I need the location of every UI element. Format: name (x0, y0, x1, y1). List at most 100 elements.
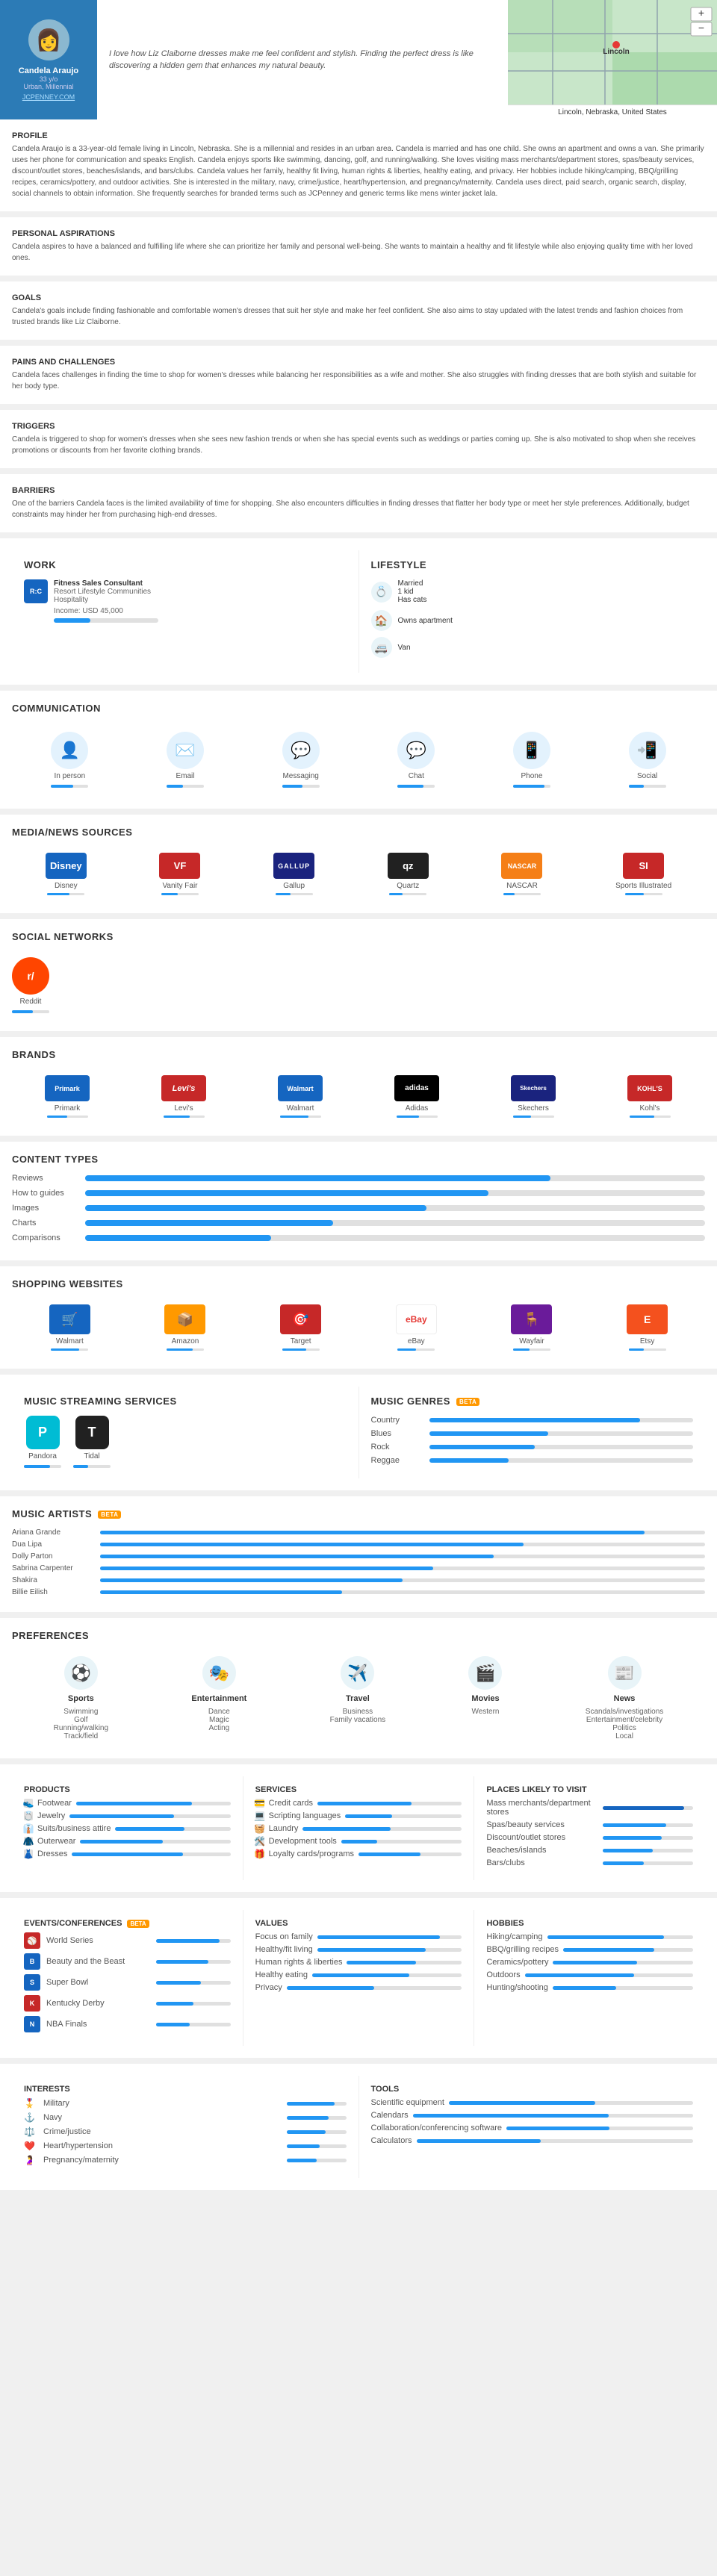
place-mass: Mass merchants/department stores (486, 1799, 693, 1817)
laundry-dot: 🧺 (255, 1824, 264, 1833)
footwear-bar (76, 1802, 231, 1805)
comm-phone: 📱 Phone (513, 732, 550, 788)
amazon-logo: 📦 (164, 1304, 205, 1334)
privacy-value-text: Privacy (255, 1983, 282, 1992)
sabrina-name: Sabrina Carpenter (12, 1564, 94, 1572)
hobby-outdoors: Outdoors (486, 1970, 693, 1979)
jewelry-bar (69, 1814, 230, 1818)
sports-sub: SwimmingGolfRunning/walkingTrack/field (54, 1708, 108, 1740)
value-rights: Human rights & liberties (255, 1958, 462, 1967)
reggae-bar (429, 1458, 694, 1463)
pregnancy-text: Pregnancy/maternity (43, 2156, 281, 2165)
profile-section: PROFILE Candela Araujo is a 33-year-old … (0, 119, 717, 211)
dresses-dot: 👗 (24, 1849, 33, 1858)
calendars-bar (413, 2114, 693, 2118)
lifestyle-column: LIFESTYLE 💍 Married1 kidHas cats 🏠 Owns … (358, 550, 706, 673)
military-bar (287, 2102, 347, 2106)
content-reviews: Reviews (12, 1174, 705, 1183)
tool-calendars: Calendars (371, 2111, 694, 2120)
product-dresses: 👗 Dresses (24, 1849, 231, 1858)
comm-messaging: 💬 Messaging (282, 732, 320, 788)
service-loyalty: 🎁 Loyalty cards/programs (255, 1849, 462, 1858)
content-comparisons: Comparisons (12, 1233, 705, 1242)
laundry-bar (302, 1827, 462, 1831)
hobby-hiking: Hiking/camping (486, 1932, 693, 1941)
levis-logo: Levi's (161, 1075, 206, 1101)
hobbies-heading: HOBBIES (486, 1919, 693, 1928)
tidal-logo: T (75, 1416, 109, 1449)
places-column: PLACES LIKELY TO VISIT Mass merchants/de… (474, 1776, 705, 1880)
event-nba: N NBA Finals (24, 2016, 231, 2032)
super-bowl-text: Super Bowl (46, 1978, 150, 1987)
skechers-name: Skechers (518, 1104, 549, 1113)
comm-phone-bar (513, 785, 550, 788)
income: Income: USD 45,000 (54, 607, 158, 615)
privacy-bar (287, 1986, 462, 1990)
heart-icon: ❤️ (24, 2141, 37, 2151)
comm-social: 📲 Social (629, 732, 666, 788)
outerwear-text: Outerwear (37, 1837, 75, 1846)
brand-skechers: Skechers Skechers (511, 1075, 556, 1118)
sports-title: Sports (68, 1694, 94, 1703)
entertainment-icon: 🎭 (202, 1656, 236, 1690)
dresses-text: Dresses (37, 1849, 67, 1858)
content-title: CONTENT TYPES (12, 1154, 705, 1165)
reddit-icon: r/ (12, 957, 49, 995)
company-name: Resort Lifestyle Communities (54, 588, 158, 596)
media-disney: Disney Disney (46, 853, 87, 895)
reddit-label: Reddit (20, 998, 42, 1006)
media-si: SI Sports Illustrated (615, 853, 671, 895)
profile-link[interactable]: JCPENNEY.COM (22, 93, 75, 101)
tool-scientific: Scientific equipment (371, 2098, 694, 2107)
profile-body: Candela Araujo is a 33-year-old female l… (12, 143, 705, 199)
crime-icon: ⚖️ (24, 2127, 37, 2137)
etsy-logo: E (627, 1304, 668, 1334)
aspirations-section: PERSONAL ASPIRATIONS Candela aspires to … (0, 217, 717, 276)
super-bowl-logo: S (24, 1974, 40, 1991)
dolly-bar (100, 1555, 705, 1558)
comparisons-bar (85, 1235, 705, 1241)
services-heading: SERVICES (255, 1785, 462, 1794)
interests-heading: INTERESTS (24, 2085, 347, 2094)
crime-text: Crime/justice (43, 2127, 281, 2136)
quote-text: I love how Liz Claiborne dresses make me… (109, 48, 496, 72)
service-dev: 🛠️ Development tools (255, 1837, 462, 1846)
lifestyle-family: 💍 Married1 kidHas cats (371, 579, 694, 604)
rock-label: Rock (371, 1443, 423, 1452)
barriers-heading: BARRIERS (12, 486, 705, 495)
pains-section: PAINS AND CHALLENGES Candela faces chall… (0, 346, 717, 404)
footwear-dot: 👟 (24, 1799, 33, 1808)
communication-title: COMMUNICATION (12, 703, 705, 714)
shop-amazon: 📦 Amazon (164, 1304, 205, 1351)
brand-kohls: KOHL'S Kohl's (627, 1075, 672, 1118)
wayfair-logo: 🪑 (511, 1304, 552, 1334)
places-heading: PLACES LIKELY TO VISIT (486, 1785, 693, 1794)
service-credit: 💳 Credit cards (255, 1799, 462, 1808)
content-charts: Charts (12, 1219, 705, 1228)
pandora-label: Pandora (28, 1452, 57, 1460)
si-bar (625, 893, 662, 895)
vehicle-text: Van (398, 644, 411, 652)
shop-wayfair: 🪑 Wayfair (511, 1304, 552, 1351)
service-laundry: 🧺 Laundry (255, 1824, 462, 1833)
spa-text: Spas/beauty services (486, 1820, 598, 1829)
calculators-bar (417, 2139, 693, 2143)
genres-beta: BETA (456, 1398, 479, 1406)
interest-heart: ❤️ Heart/hypertension (24, 2141, 347, 2151)
mass-text: Mass merchants/department stores (486, 1799, 598, 1817)
target-name: Target (291, 1337, 311, 1345)
lifestyle-vehicle: 🚐 Van (371, 637, 694, 658)
comm-in-person-bar (51, 785, 88, 788)
ariana-bar (100, 1531, 705, 1534)
hunting-bar (553, 1986, 693, 1990)
pregnancy-bar (287, 2159, 347, 2162)
work-lifestyle-section: WORK R:C Fitness Sales Consultant Resort… (0, 538, 717, 685)
spa-bar (603, 1823, 693, 1827)
news-title: News (614, 1694, 636, 1703)
navy-text: Navy (43, 2113, 281, 2122)
streaming-title: MUSIC STREAMING SERVICES (24, 1396, 347, 1407)
chat-icon: 💬 (397, 732, 435, 769)
vf-bar (161, 893, 199, 895)
dua-bar (100, 1543, 705, 1546)
travel-title: Travel (346, 1694, 370, 1703)
